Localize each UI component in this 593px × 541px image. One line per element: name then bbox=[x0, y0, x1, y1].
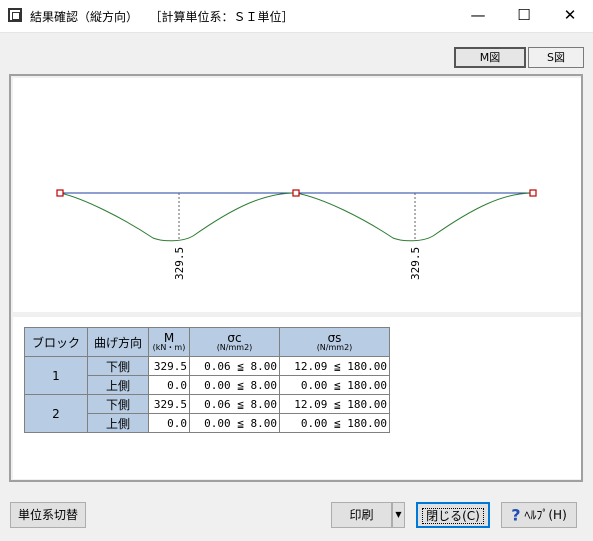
unit-switch-button[interactable]: 単位系切替 bbox=[10, 502, 86, 528]
sigma-c-cell: 0.00 ≦ 8.00 bbox=[189, 375, 280, 395]
block-cell-1: 1 bbox=[24, 356, 88, 395]
moment-value-label-2: 329.5 bbox=[409, 247, 422, 280]
close-dialog-button[interactable]: 閉じる(C) bbox=[416, 502, 490, 528]
moment-value-label-1: 329.5 bbox=[173, 247, 186, 280]
print-button[interactable]: 印刷 bbox=[331, 502, 392, 528]
help-button[interactable]: ? ﾍﾙﾌﾟ(H) bbox=[501, 502, 577, 528]
sigma-s-cell: 12.09 ≦ 180.00 bbox=[279, 356, 390, 376]
sigma-s-cell: 0.00 ≦ 180.00 bbox=[279, 375, 390, 395]
m-value-cell: 0.0 bbox=[148, 375, 190, 395]
header-direction: 曲げ方向 bbox=[87, 327, 149, 357]
app-icon bbox=[8, 8, 22, 22]
table-row: 1 下側 329.5 0.06 ≦ 8.00 12.09 ≦ 180.00 bbox=[24, 356, 390, 395]
question-mark-icon: ? bbox=[511, 505, 521, 525]
results-table: ブロック 曲げ方向 M (kN・m) σc (N/mm2) σs (N/mm2) 1 … bbox=[24, 327, 390, 433]
title-bar: 結果確認（縦方向） ［計算単位系：ＳＩ単位］ — ☐ ✕ bbox=[0, 0, 593, 33]
direction-cell: 下側 bbox=[87, 394, 149, 414]
unit-m: (kN・m) bbox=[152, 342, 186, 352]
block-cell-2: 2 bbox=[24, 394, 88, 433]
maximize-button[interactable]: ☐ bbox=[501, 0, 547, 32]
unit-sigma-s: (N/mm2) bbox=[316, 342, 353, 352]
print-dropdown-button[interactable]: ▼ bbox=[392, 502, 405, 528]
header-block: ブロック bbox=[24, 327, 88, 357]
support-node-left bbox=[56, 189, 64, 197]
header-sigma-c: σc (N/mm2) bbox=[189, 327, 280, 357]
window-title: 結果確認（縦方向） ［計算単位系：ＳＩ単位］ bbox=[30, 10, 294, 24]
support-node-middle bbox=[292, 189, 300, 197]
chevron-down-icon: ▼ bbox=[395, 510, 402, 519]
close-window-button[interactable]: ✕ bbox=[547, 0, 593, 32]
minimize-button[interactable]: — bbox=[455, 0, 501, 32]
direction-cell: 上側 bbox=[87, 413, 149, 433]
tab-s-diagram[interactable]: S図 bbox=[528, 47, 584, 68]
sigma-s-cell: 12.09 ≦ 180.00 bbox=[279, 394, 390, 414]
m-value-cell: 0.0 bbox=[148, 413, 190, 433]
tab-m-diagram[interactable]: M図 bbox=[454, 47, 526, 68]
sigma-c-cell: 0.06 ≦ 8.00 bbox=[189, 394, 280, 414]
moment-diagram: 329.5 329.5 bbox=[56, 189, 537, 280]
help-button-label: ﾍﾙﾌﾟ(H) bbox=[524, 508, 567, 522]
header-sigma-s: σs (N/mm2) bbox=[279, 327, 390, 357]
table-row: 2 下側 329.5 0.06 ≦ 8.00 12.09 ≦ 180.00 bbox=[24, 394, 390, 433]
header-m: M (kN・m) bbox=[148, 327, 190, 357]
sigma-c-cell: 0.06 ≦ 8.00 bbox=[189, 356, 280, 376]
sigma-c-cell: 0.00 ≦ 8.00 bbox=[189, 413, 280, 433]
direction-cell: 上側 bbox=[87, 375, 149, 395]
unit-system-label: ［計算単位系：ＳＩ単位］ bbox=[149, 10, 294, 24]
direction-cell: 下側 bbox=[87, 356, 149, 376]
moment-curve-span-1 bbox=[59, 192, 297, 242]
m-value-cell: 329.5 bbox=[148, 394, 190, 414]
moment-diagram-canvas: 329.5 329.5 bbox=[13, 78, 581, 312]
m-value-cell: 329.5 bbox=[148, 356, 190, 376]
support-node-right bbox=[529, 189, 537, 197]
sigma-s-cell: 0.00 ≦ 180.00 bbox=[279, 413, 390, 433]
unit-sigma-c: (N/mm2) bbox=[216, 342, 253, 352]
